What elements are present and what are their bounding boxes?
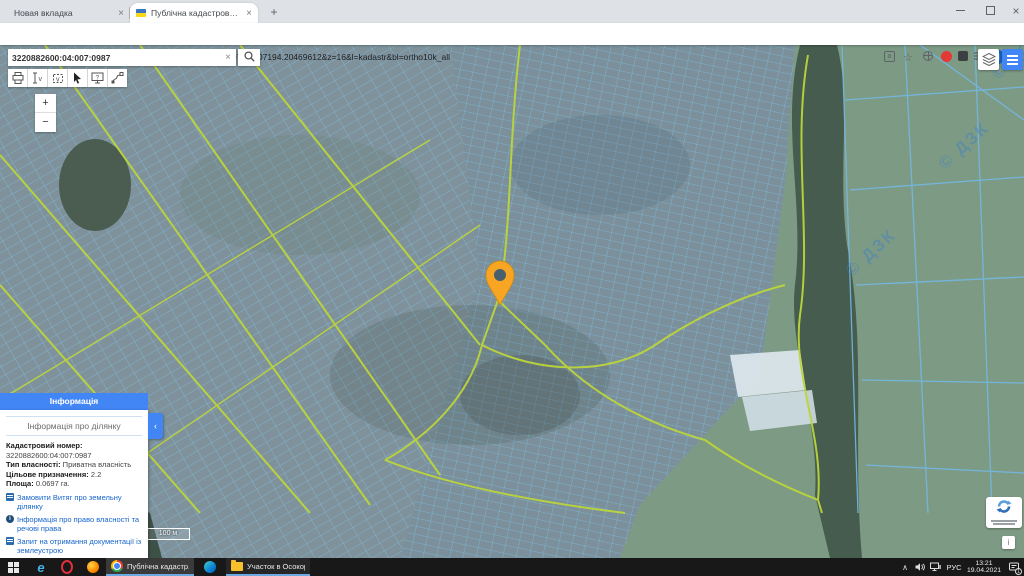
document-icon	[6, 493, 14, 501]
browser-tabstrip: Новая вкладка × Публічна кадастрова карт…	[0, 0, 1024, 23]
start-button[interactable]	[0, 558, 26, 576]
field-ownership-type: Тип власності: Приватна власність	[6, 460, 142, 470]
document-icon	[6, 537, 14, 545]
zoom-control: + −	[35, 94, 56, 132]
search-button[interactable]	[238, 49, 260, 66]
identify-object-button[interactable]: ?	[88, 69, 108, 87]
taskbar-edge-icon[interactable]	[198, 558, 222, 576]
network-icon[interactable]	[928, 558, 943, 576]
taskbar-folder-task[interactable]: Участок в Осокор...	[226, 558, 310, 576]
translate-icon[interactable]: a	[884, 51, 895, 62]
link-request-documentation[interactable]: Запит на отримання документації із земле…	[6, 537, 142, 555]
attribution-toggle[interactable]: i	[1002, 536, 1015, 549]
taskbar-chrome-task[interactable]: Публічна кадастр...	[106, 558, 194, 576]
map-scale-bar: 100 м	[146, 528, 190, 540]
windows-taskbar: e Публічна кадастр... Участок в Осокор..…	[0, 558, 1024, 576]
map-toolbar: v v ?	[8, 69, 127, 87]
route-icon	[111, 72, 124, 84]
clock-tray[interactable]: 13:21 19.04.2021	[964, 558, 1004, 576]
taskbar-opera-icon[interactable]	[56, 558, 78, 576]
tab-title: Новая вкладка	[14, 8, 114, 18]
clear-search-icon[interactable]: ×	[220, 52, 236, 63]
cadastral-map[interactable]: © ДЗК © ДЗК © ДЗК	[0, 45, 1024, 558]
browser-toolbar: ← → map.land.gov.ua/?cc=3409187.35183076…	[0, 23, 1024, 45]
layers-icon	[982, 53, 996, 66]
volume-icon[interactable]	[913, 558, 927, 576]
tab-close-icon[interactable]: ×	[118, 8, 124, 19]
taskbar-ie-icon[interactable]: e	[30, 558, 52, 576]
new-tab-button[interactable]: +	[266, 5, 282, 21]
screen-question-icon: ?	[91, 72, 104, 84]
zoom-out-button[interactable]: −	[35, 113, 56, 132]
tab-new-tab[interactable]: Новая вкладка ×	[8, 3, 130, 23]
feedback-widget[interactable]	[986, 497, 1022, 528]
panel-collapse-button[interactable]: ‹	[148, 413, 163, 439]
circular-arrows-logo-icon	[996, 499, 1012, 514]
language-indicator[interactable]: РУС	[944, 558, 964, 576]
route-tool-button[interactable]	[108, 69, 127, 87]
taskbar-firefox-icon[interactable]	[82, 558, 104, 576]
bookmark-star-icon[interactable]: ☆	[903, 51, 913, 64]
tray-date: 19.04.2021	[967, 567, 1001, 575]
zoom-in-button[interactable]: +	[35, 94, 56, 113]
map-menu-button[interactable]	[1002, 49, 1023, 70]
folder-icon	[231, 562, 243, 571]
field-purpose: Цільове призначення: 2.2	[6, 470, 142, 480]
printer-icon	[12, 72, 24, 84]
tray-time: 13:21	[975, 560, 992, 568]
info-circle-icon: i	[6, 515, 14, 523]
tab-title: Публічна кадастрова карта Укр	[151, 8, 242, 18]
info-panel: Інформація про ділянку Кадастровий номер…	[0, 410, 148, 558]
svg-text:v: v	[56, 77, 60, 84]
notification-center-icon[interactable]: 1	[1006, 558, 1022, 576]
layers-button[interactable]	[978, 49, 999, 70]
parcel-info-title: Інформація про ділянку	[6, 416, 142, 436]
svg-text:?: ?	[96, 74, 100, 81]
window-maximize-button[interactable]	[978, 0, 1002, 23]
info-panel-header[interactable]: Інформація	[0, 393, 148, 410]
print-button[interactable]	[8, 69, 28, 87]
cursor-icon	[72, 72, 83, 84]
tab-cadastral-map[interactable]: Публічна кадастрова карта Укр ×	[130, 3, 258, 23]
measure-length-button[interactable]: v	[28, 69, 48, 87]
measure-length-icon: v	[32, 72, 44, 84]
measure-area-button[interactable]: v	[48, 69, 68, 87]
link-order-extract[interactable]: Замовити Витяг про земельну ділянку	[6, 493, 142, 511]
svg-text:v: v	[38, 76, 42, 83]
search-input[interactable]	[8, 53, 220, 63]
windows-logo-icon	[8, 562, 19, 573]
notification-badge: 1	[1015, 568, 1022, 575]
chrome-icon	[111, 560, 123, 572]
tray-show-hidden-icon[interactable]: ∧	[898, 558, 912, 576]
pointer-tool-button[interactable]	[68, 69, 88, 87]
window-close-button[interactable]: ×	[1004, 0, 1024, 23]
field-area: Площа: 0.0697 га.	[6, 479, 142, 489]
field-cadastral-number: Кадастровий номер: 3220882600:04:007:098…	[6, 441, 142, 460]
cadastral-search-box[interactable]: ×	[8, 49, 236, 66]
ukraine-flag-favicon	[136, 9, 146, 17]
search-icon	[244, 51, 255, 62]
desktop: © ДЗК © ДЗК © ДЗК Новая вкладка × Публіч…	[0, 0, 1024, 576]
link-ownership-info[interactable]: i Інформація про право власності та речо…	[6, 515, 142, 533]
globe-extension-icon[interactable]	[923, 51, 933, 61]
extension-pin-icon[interactable]	[958, 51, 968, 61]
window-minimize-button[interactable]	[948, 0, 972, 23]
tab-close-icon[interactable]: ×	[246, 8, 252, 19]
measure-area-icon: v	[52, 72, 64, 84]
adblock-extension-icon[interactable]	[941, 51, 952, 62]
greenhouses	[730, 350, 806, 397]
